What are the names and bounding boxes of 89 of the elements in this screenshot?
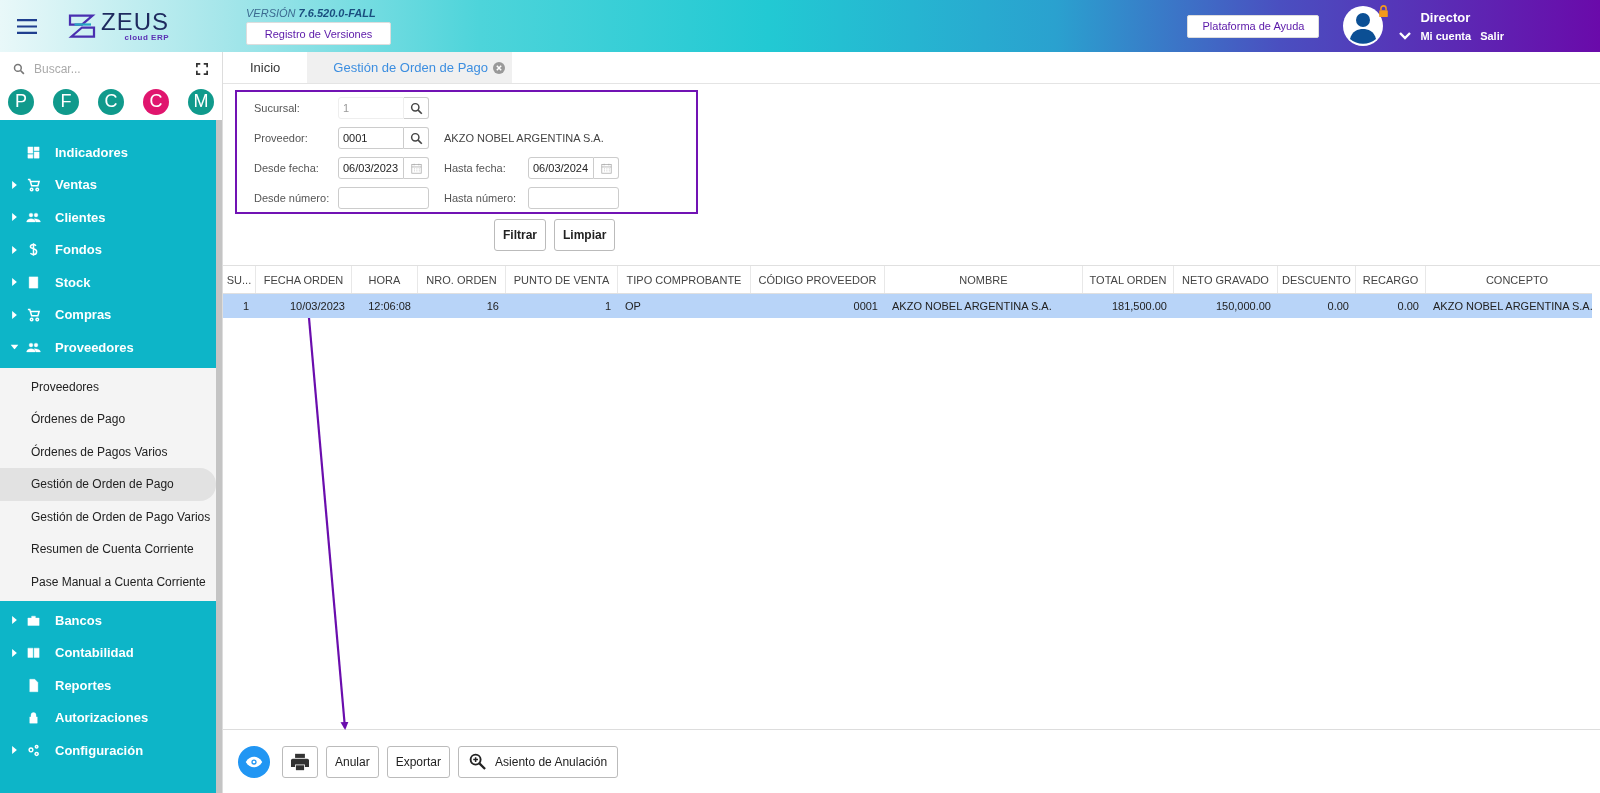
menu-item-icon: [26, 710, 41, 726]
search-icon: [409, 131, 423, 145]
column-header[interactable]: TOTAL ORDEN: [1083, 266, 1174, 293]
versions-button[interactable]: Registro de Versiones: [246, 22, 391, 45]
table-cell: 0001: [853, 300, 878, 312]
logo-icon: [67, 13, 97, 39]
logout-link[interactable]: Salir: [1480, 30, 1504, 42]
scrollbar[interactable]: [216, 120, 222, 793]
submenu-item[interactable]: Gestión de Orden de Pago: [0, 468, 216, 501]
field-label: Desde número:: [254, 192, 331, 204]
user-role: Director: [1420, 10, 1472, 25]
menu-item-icon: [26, 307, 41, 323]
column-header[interactable]: NETO GRAVADO: [1174, 266, 1278, 293]
submenu-item[interactable]: Pase Manual a Cuenta Corriente: [0, 565, 216, 598]
printer-icon: [290, 752, 310, 771]
submenu-item[interactable]: Gestión de Orden de Pago Varios: [0, 500, 216, 533]
print-button[interactable]: [282, 745, 318, 778]
column-header[interactable]: DESCUENTO: [1278, 266, 1356, 293]
account-link[interactable]: Mi cuenta: [1420, 30, 1472, 42]
table-cell: 12:06:08: [368, 300, 411, 312]
close-icon[interactable]: [493, 61, 506, 74]
calendar-icon: [410, 162, 422, 174]
search-field[interactable]: Buscar...: [32, 60, 156, 77]
fullscreen-icon[interactable]: [196, 62, 208, 75]
column-header[interactable]: NOMBRE: [885, 266, 1083, 293]
table-cell: 10/03/2023: [289, 300, 345, 312]
help-button[interactable]: Plataforma de Ayuda: [1187, 14, 1320, 38]
tab[interactable]: Inicio: [223, 52, 308, 83]
table-cell: AKZO NOBEL ARGENTINA S.A.: [892, 300, 1052, 312]
filter-action-button[interactable]: Limpiar: [554, 219, 616, 251]
column-header[interactable]: HORA: [352, 266, 418, 293]
column-header[interactable]: PUNTO DE VENTA: [506, 266, 618, 293]
table-cell: OP: [625, 300, 641, 312]
shortcut-button[interactable]: C: [143, 88, 169, 115]
column-header[interactable]: SU...: [223, 266, 256, 293]
field-label: Hasta fecha:: [444, 162, 507, 174]
menu-item-icon: [26, 742, 41, 758]
menu-item-icon: [26, 177, 41, 193]
search-icon: [13, 62, 25, 75]
filter-action-button[interactable]: Filtrar: [494, 219, 546, 251]
column-header[interactable]: RECARGO: [1356, 266, 1426, 293]
field-label: Sucursal:: [254, 102, 301, 114]
search-button[interactable]: [404, 127, 429, 149]
column-header[interactable]: NRO. ORDEN: [418, 266, 506, 293]
table-cell: 1: [604, 300, 611, 312]
column-header[interactable]: CÓDIGO PROVEEDOR: [751, 266, 885, 293]
search-icon: [409, 101, 423, 115]
chevron-down-icon[interactable]: [1399, 32, 1412, 40]
menu-item-icon: [26, 677, 41, 693]
field-label: Desde fecha:: [254, 162, 320, 174]
action-button[interactable]: Asiento de Anulación: [458, 745, 619, 778]
input-field[interactable]: [528, 187, 619, 209]
submenu-item[interactable]: Órdenes de Pago: [0, 403, 216, 436]
field-label: Hasta número:: [444, 192, 518, 204]
submenu-item[interactable]: Órdenes de Pagos Varios: [0, 435, 216, 468]
supplier-name: AKZO NOBEL ARGENTINA S.A.: [444, 132, 604, 144]
field-label: Proveedor:: [254, 132, 309, 144]
action-button[interactable]: Exportar: [386, 745, 451, 778]
view-button[interactable]: [238, 745, 270, 778]
zoom-in-icon: [469, 753, 487, 770]
column-header[interactable]: FECHA ORDEN: [256, 266, 352, 293]
table-cell: 0.00: [1397, 300, 1419, 312]
version-text: VERSIÓN 7.6.520.0-FALL: [246, 7, 377, 19]
eye-icon: [245, 755, 263, 768]
table-cell: 181,500.00: [1111, 300, 1167, 312]
calendar-icon: [600, 162, 612, 174]
logo-wordmark: ZEUS: [101, 10, 169, 34]
table-cell: 16: [486, 300, 499, 312]
table-cell: 1: [242, 300, 249, 312]
table-cell: 150,000.00: [1215, 300, 1271, 312]
submenu-item[interactable]: Resumen de Cuenta Corriente: [0, 533, 216, 566]
column-header[interactable]: TIPO COMPROBANTE: [618, 266, 751, 293]
input-field[interactable]: 06/03/2023: [338, 157, 404, 179]
table-row[interactable]: 1 10/03/2023 12:06:08 16 1 OP 0001 AKZO NOBEL ARGENTINA S.A. 181,500.00 150,000.00 0.00 0.00 AKZO NOBEL ARGENTINA S.A.: [223, 294, 1592, 318]
input-field[interactable]: 06/03/2024: [528, 157, 594, 179]
menu-item-icon: [26, 612, 41, 628]
menu-icon[interactable]: [17, 18, 37, 34]
logo-subtitle: cloud ERP: [124, 34, 169, 42]
table-cell: 0.00: [1327, 300, 1349, 312]
table-cell: AKZO NOBEL ARGENTINA S.A.: [1433, 300, 1593, 312]
menu-item-icon: [26, 144, 41, 160]
lock-icon: [1378, 5, 1390, 17]
action-button[interactable]: Anular: [326, 745, 379, 778]
submenu-item[interactable]: Proveedores: [0, 370, 216, 403]
input-field[interactable]: [338, 187, 429, 209]
input-field[interactable]: 0001: [338, 127, 404, 149]
menu-item-icon: [26, 274, 41, 290]
menu-item-icon: [26, 645, 41, 661]
column-header[interactable]: CONCEPTO: [1426, 266, 1600, 293]
